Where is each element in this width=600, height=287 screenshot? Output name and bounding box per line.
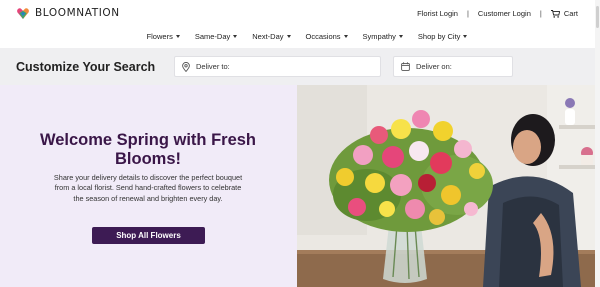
- cart-label: Cart: [563, 9, 578, 18]
- brand-name: BLOOMNATION: [35, 7, 120, 19]
- heart-logo-icon: [17, 8, 29, 19]
- category-nav: Flowers Same-Day Next-Day Occasions Symp…: [0, 32, 600, 41]
- deliver-to-field[interactable]: [174, 56, 381, 77]
- deliver-on-field[interactable]: [393, 56, 513, 77]
- nav-separator: |: [466, 9, 469, 18]
- nav-same-day[interactable]: Same-Day: [194, 32, 238, 41]
- chevron-down-icon: [175, 35, 180, 38]
- cart-icon: [550, 9, 560, 18]
- brand-logo[interactable]: BLOOMNATION: [16, 6, 120, 20]
- nav-next-day[interactable]: Next-Day: [252, 32, 291, 41]
- nav-sympathy[interactable]: Sympathy: [363, 32, 403, 41]
- cart-link[interactable]: Cart: [550, 9, 578, 18]
- nav-occasions[interactable]: Occasions: [306, 32, 348, 41]
- calendar-icon: [401, 62, 410, 71]
- nav-flowers[interactable]: Flowers: [147, 32, 180, 41]
- account-nav: Florist Login | Customer Login | Cart: [417, 9, 578, 18]
- hero-description: Share your delivery details to discover …: [53, 173, 243, 203]
- hero-image: [297, 85, 600, 287]
- scrollbar-thumb[interactable]: [596, 6, 599, 28]
- deliver-on-input[interactable]: [416, 62, 512, 71]
- chevron-down-icon: [463, 35, 468, 38]
- chevron-down-icon: [398, 35, 403, 38]
- nav-same-day-label: Same-Day: [194, 32, 231, 41]
- nav-flowers-label: Flowers: [146, 32, 173, 41]
- chevron-down-icon: [286, 35, 291, 38]
- deliver-to-input[interactable]: [196, 62, 380, 71]
- page-scrollbar[interactable]: [595, 0, 600, 287]
- nav-shop-by-city-label: Shop by City: [417, 32, 461, 41]
- nav-separator: |: [539, 9, 542, 18]
- shop-all-flowers-button[interactable]: Shop All Flowers: [92, 227, 205, 244]
- customer-login-link[interactable]: Customer Login: [478, 9, 531, 18]
- search-title: Customize Your Search: [16, 60, 156, 74]
- florist-login-link[interactable]: Florist Login: [417, 9, 458, 18]
- location-pin-icon: [182, 61, 190, 72]
- chevron-down-icon: [343, 35, 348, 38]
- nav-occasions-label: Occasions: [305, 32, 341, 41]
- customize-search-bar: Customize Your Search: [0, 48, 600, 85]
- nav-sympathy-label: Sympathy: [362, 32, 396, 41]
- hero-panel: Welcome Spring with Fresh Blooms! Share …: [0, 85, 297, 287]
- nav-shop-by-city[interactable]: Shop by City: [418, 32, 468, 41]
- hero-title: Welcome Spring with Fresh Blooms!: [39, 131, 257, 168]
- site-header: BLOOMNATION Florist Login | Customer Log…: [0, 0, 600, 48]
- nav-next-day-label: Next-Day: [252, 32, 284, 41]
- chevron-down-icon: [233, 35, 238, 38]
